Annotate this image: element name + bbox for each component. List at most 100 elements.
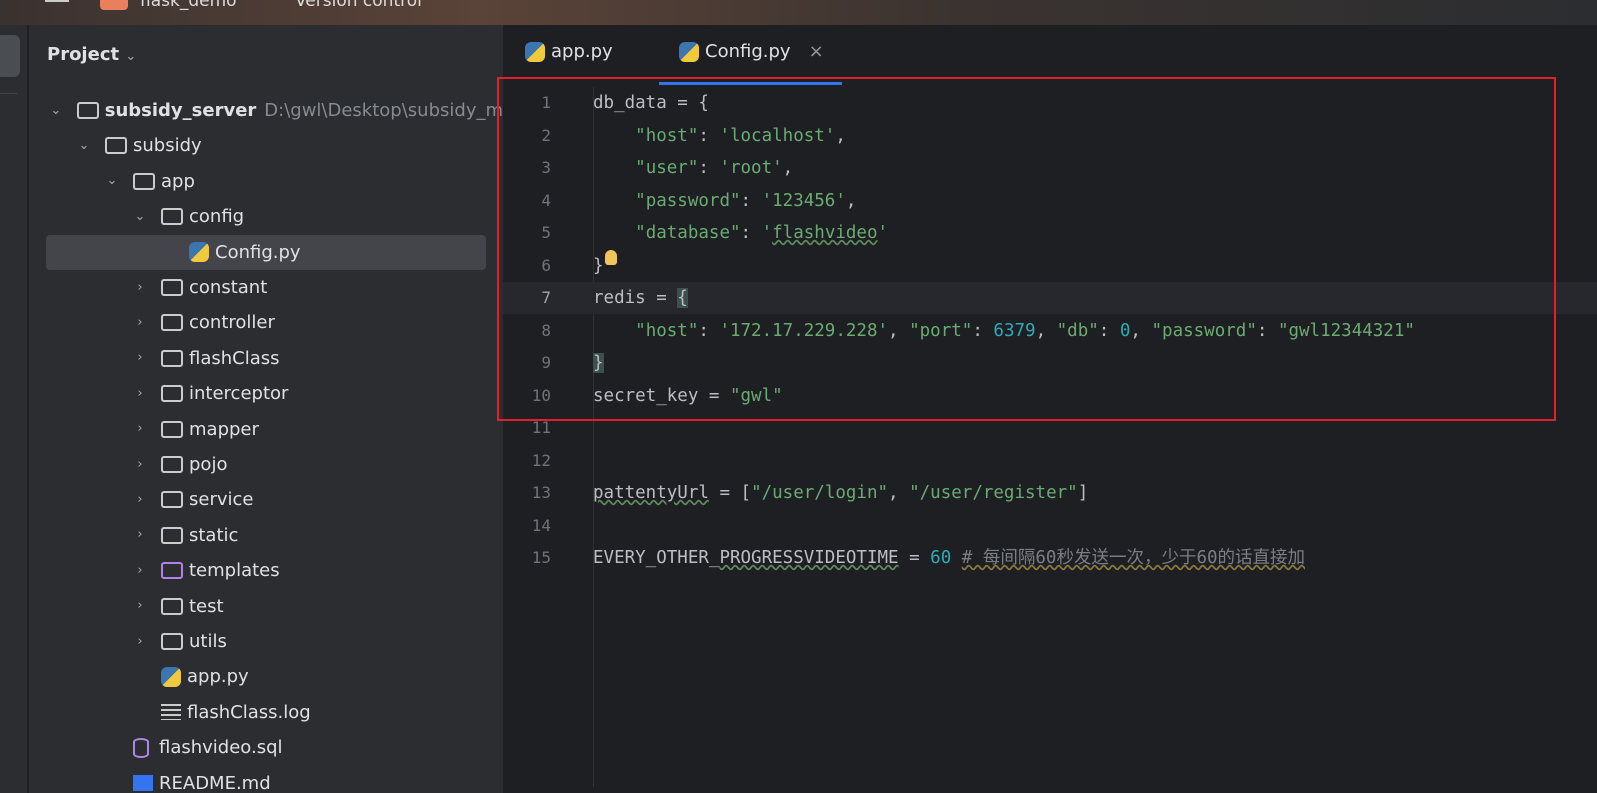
chevron-right-icon[interactable]: › — [133, 422, 147, 436]
project-panel-title[interactable]: Project ⌄ — [47, 44, 136, 65]
markdown-file-icon — [133, 775, 153, 792]
tree-item-label: subsidy — [133, 135, 202, 157]
chevron-right-icon[interactable]: › — [133, 563, 147, 578]
python-file-icon — [679, 41, 699, 62]
folder-icon — [161, 279, 183, 296]
chevron-right-icon[interactable]: › — [133, 528, 147, 542]
folder-icon — [161, 526, 183, 544]
code-token: = [ — [708, 483, 752, 503]
line-number: 15 — [531, 548, 551, 567]
chevron-right-icon[interactable]: › — [133, 492, 147, 507]
tree-item-utils[interactable]: › utils — [29, 624, 503, 659]
project-logo-icon — [100, 0, 128, 10]
tree-item-constant[interactable]: › constant — [29, 270, 503, 305]
title-bar: flask_demo Version control — [0, 0, 1597, 25]
tree-item-label: flashvideo.sql — [159, 737, 283, 759]
code-token: pattentyUrl — [593, 483, 709, 503]
close-tab-icon[interactable]: × — [809, 41, 824, 62]
code-token: "/user/register" — [909, 483, 1078, 503]
chevron-down-icon[interactable]: ⌄ — [77, 138, 91, 153]
chevron-right-icon[interactable]: › — [133, 351, 147, 365]
tree-item-mapper[interactable]: › mapper — [29, 412, 503, 447]
folder-icon — [161, 349, 183, 367]
chevron-right-icon[interactable]: › — [133, 599, 147, 613]
code-token: ] — [1077, 483, 1089, 503]
code-token: EVERY_OTHER_ — [593, 548, 720, 568]
log-file-icon — [161, 704, 181, 721]
folder-icon — [133, 172, 155, 190]
code-line[interactable]: EVERY_OTHER_PROGRESSVIDEOTIME = 60 # 每间隔… — [593, 542, 1305, 574]
tab-label: Config.py — [705, 41, 791, 62]
tree-item-flashvideo-sql[interactable]: flashvideo.sql — [29, 730, 503, 765]
tree-item-label: flashClass.log — [187, 701, 311, 723]
tree-item-label: test — [189, 595, 224, 617]
python-file-icon — [189, 242, 209, 263]
tree-item-pojo[interactable]: › pojo — [29, 447, 503, 482]
tool-window-strip — [0, 25, 28, 793]
tab-app-py[interactable]: app.py — [525, 41, 613, 62]
tree-item-config[interactable]: ⌄ config — [29, 199, 503, 234]
code-token: "/user/login" — [751, 483, 889, 503]
python-file-icon — [161, 666, 181, 687]
version-control-menu[interactable]: Version control — [295, 0, 422, 11]
code-token: , — [888, 483, 910, 503]
tree-item-flashclass-log[interactable]: flashClass.log — [29, 695, 503, 730]
project-path: D:\gwl\Desktop\subsidy_m — [264, 100, 503, 121]
tree-item-readme-md[interactable]: README.md — [29, 766, 503, 793]
project-tool-button[interactable] — [0, 35, 20, 77]
tree-item-controller[interactable]: › controller — [29, 305, 503, 340]
tab-config-py[interactable]: Config.py × — [679, 41, 824, 62]
folder-icon — [161, 420, 183, 438]
chevron-right-icon[interactable]: › — [133, 457, 147, 472]
tree-item-templates[interactable]: › templates — [29, 553, 503, 588]
code-token: 60 — [930, 548, 952, 568]
code-token: = — [898, 548, 931, 568]
tab-label: app.py — [551, 41, 613, 62]
chevron-right-icon[interactable]: › — [133, 386, 147, 401]
tree-item-flashclass[interactable]: › flashClass — [29, 341, 503, 376]
project-switcher[interactable]: flask_demo — [140, 0, 237, 11]
folder-icon — [161, 597, 183, 615]
tree-item-label: service — [189, 489, 254, 511]
main-menu-icon[interactable] — [45, 0, 69, 2]
tree-item-test[interactable]: › test — [29, 589, 503, 624]
chevron-down-icon[interactable]: ⌄ — [49, 103, 63, 118]
line-number: 13 — [531, 483, 551, 502]
tree-item-label: app — [161, 170, 195, 192]
tree-item-label: static — [189, 524, 239, 546]
chevron-right-icon[interactable]: › — [133, 315, 147, 330]
tree-item-label: templates — [189, 560, 280, 582]
chevron-down-icon[interactable]: ⌄ — [105, 174, 119, 188]
tree-item-label: controller — [189, 312, 275, 334]
python-file-icon — [525, 41, 545, 62]
folder-icon — [161, 385, 183, 403]
tree-item-config-py[interactable]: Config.py — [46, 234, 486, 270]
tree-item-app-py[interactable]: app.py — [29, 659, 503, 694]
line-number: 14 — [531, 515, 551, 535]
folder-icon — [161, 314, 183, 332]
tree-item-app[interactable]: ⌄ app — [29, 164, 503, 199]
folder-icon — [161, 562, 183, 580]
tree-item-label: constant — [189, 277, 268, 298]
tree-item-label: flashClass — [189, 347, 280, 369]
folder-icon — [161, 491, 183, 509]
chevron-down-icon[interactable]: ⌄ — [133, 209, 147, 224]
code-line[interactable]: pattentyUrl = ["/user/login", "/user/reg… — [593, 477, 1088, 509]
tree-item-label: mapper — [189, 418, 259, 440]
code-token: # 每间隔60秒发送一次，少于60的话直接加 — [961, 548, 1306, 568]
tree-item-subsidy[interactable]: ⌄ subsidy — [29, 128, 503, 163]
chevron-right-icon[interactable]: › — [133, 634, 147, 649]
tree-item-label: Config.py — [215, 241, 301, 263]
tree-item-static[interactable]: › static — [29, 518, 503, 553]
tree-item-service[interactable]: › service — [29, 482, 503, 517]
folder-icon — [161, 456, 183, 473]
tree-item-subsidy-server[interactable]: ⌄ subsidy_server D:\gwl\Desktop\subsidy_m — [29, 93, 503, 128]
chevron-down-icon[interactable]: ⌄ — [125, 49, 136, 64]
chevron-right-icon[interactable]: › — [133, 280, 147, 295]
tree-item-interceptor[interactable]: › interceptor — [29, 376, 503, 411]
folder-icon — [161, 208, 183, 226]
